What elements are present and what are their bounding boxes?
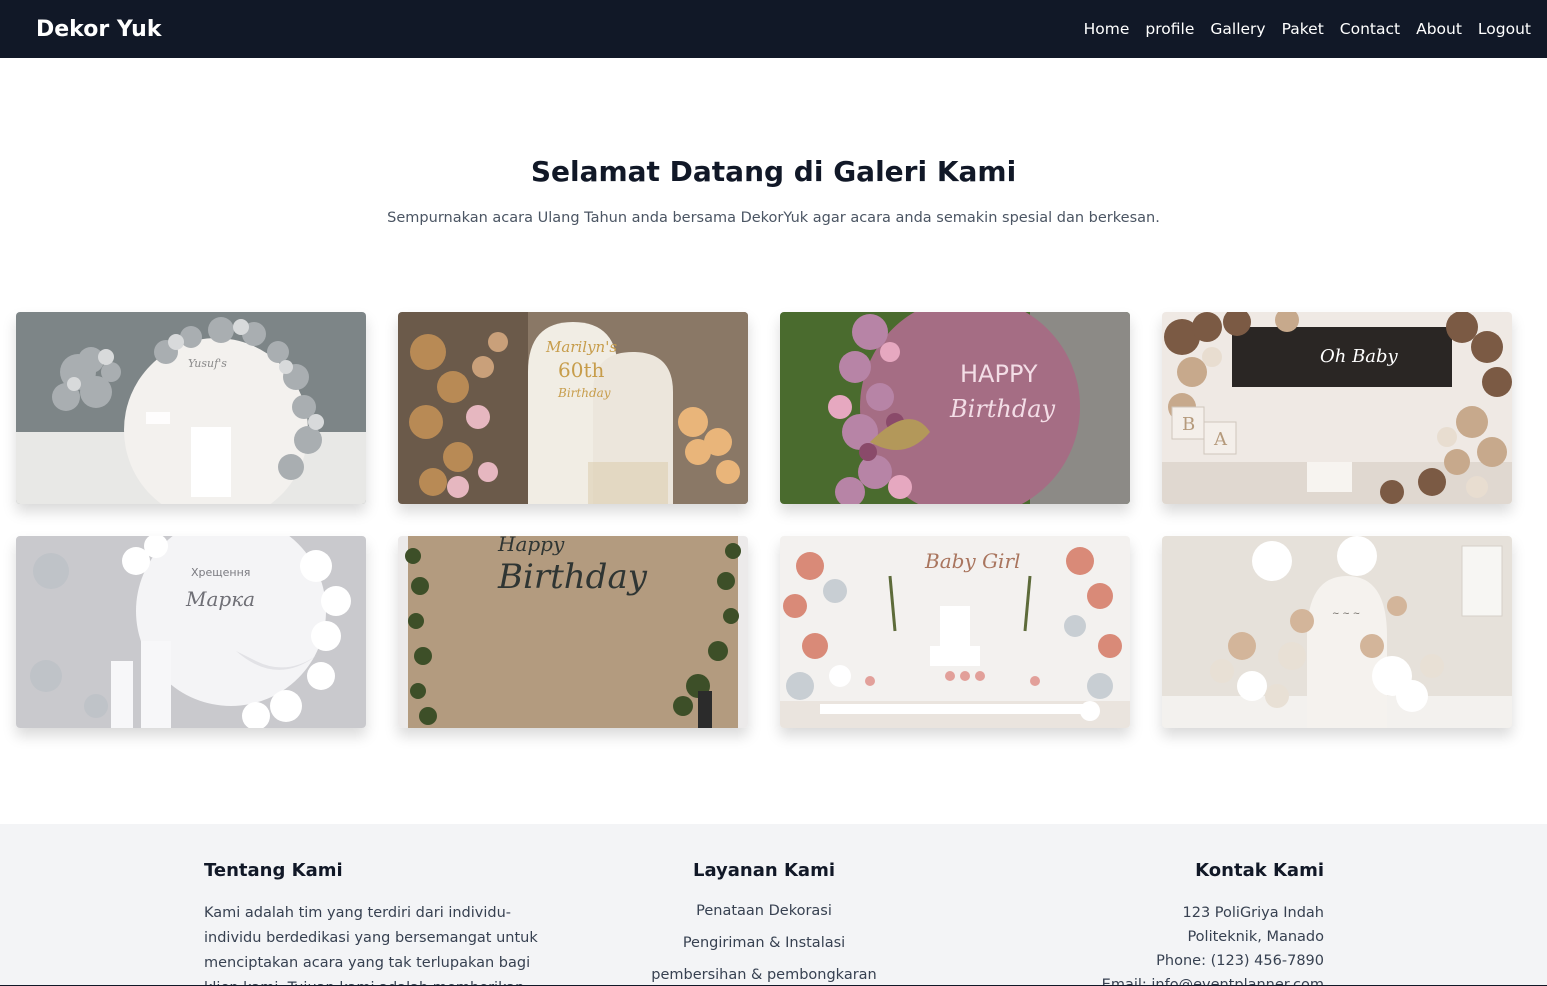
svg-text:B: B <box>1182 414 1195 435</box>
nav-link-paket[interactable]: Paket <box>1282 20 1324 38</box>
svg-text:Хрещення: Хрещення <box>191 566 250 579</box>
svg-text:~ ~ ~: ~ ~ ~ <box>1332 609 1360 619</box>
nav-link-contact[interactable]: Contact <box>1340 20 1400 38</box>
footer-services: Layanan Kami Penataan Dekorasi Pengirima… <box>600 860 928 985</box>
footer-about-title: Tentang Kami <box>204 860 343 881</box>
gallery-image-happy-birthday-kraft[interactable]: Happy Birthday <box>398 536 748 728</box>
nav-link-home[interactable]: Home <box>1084 20 1130 38</box>
footer-contact: Kontak Kami 123 PoliGriya Indah Politekn… <box>1020 860 1325 985</box>
footer-email[interactable]: Email: info@eventplanner.com <box>1020 973 1324 985</box>
page-subtitle: Sempurnakan acara Ulang Tahun anda bersa… <box>387 210 1160 226</box>
svg-text:Birthday: Birthday <box>497 557 648 597</box>
nav-link-about[interactable]: About <box>1416 20 1462 38</box>
footer-phone: Phone: (123) 456-7890 <box>1156 953 1324 969</box>
svg-text:Yusuf's: Yusuf's <box>188 357 227 370</box>
svg-text:60th: 60th <box>558 358 604 382</box>
footer-service-decoration[interactable]: Penataan Dekorasi <box>600 901 928 921</box>
footer-address-line2: Politeknik, Manado <box>1187 929 1324 945</box>
gallery-image-white-beige-balloons[interactable]: ~ ~ ~ <box>1162 536 1512 728</box>
svg-text:Happy: Happy <box>497 536 565 556</box>
gallery-image-oh-baby[interactable]: B A Oh Baby <box>1162 312 1512 504</box>
footer: Tentang Kami Kami adalah tim yang terdir… <box>0 824 1547 986</box>
nav-link-gallery[interactable]: Gallery <box>1210 20 1265 38</box>
footer-contact-title: Kontak Kami <box>1195 860 1324 881</box>
footer-about: Tentang Kami Kami adalah tim yang terdir… <box>204 860 564 985</box>
footer-service-cleanup[interactable]: pembersihan & pembongkaran <box>600 965 928 985</box>
footer-address-line1: 123 PoliGriya Indah <box>1182 905 1325 921</box>
svg-text:Birthday: Birthday <box>557 386 611 400</box>
svg-text:Birthday: Birthday <box>949 395 1056 423</box>
nav-link-logout[interactable]: Logout <box>1478 20 1531 38</box>
svg-text:A: A <box>1213 429 1228 450</box>
gallery-image-happy-birthday-mauve[interactable]: HAPPY Birthday <box>780 312 1130 504</box>
svg-text:Baby Girl: Baby Girl <box>924 549 1020 573</box>
nav-links: Home profile Gallery Paket Contact About… <box>1084 20 1531 38</box>
svg-text:Oh Baby: Oh Baby <box>1320 346 1399 367</box>
footer-service-delivery[interactable]: Pengiriman & Instalasi <box>600 933 928 953</box>
footer-services-list: Penataan Dekorasi Pengiriman & Instalasi… <box>600 901 928 985</box>
gallery-image-baptism-silver[interactable]: Хрещення Марка <box>16 536 366 728</box>
gallery-image-baby-girl[interactable]: Baby Girl <box>780 536 1130 728</box>
gallery-grid: Yusuf's Marilyn's 60th Birthday HAPPY Bi… <box>16 312 1512 728</box>
gallery-image-grey-balloon-arch[interactable]: Yusuf's <box>16 312 366 504</box>
gallery-image-60th-birthday[interactable]: Marilyn's 60th Birthday <box>398 312 748 504</box>
nav-link-profile[interactable]: profile <box>1145 20 1194 38</box>
page-title: Selamat Datang di Galeri Kami <box>530 155 1017 188</box>
footer-about-text: Kami adalah tim yang terdiri dari indivi… <box>204 905 538 985</box>
navbar: Dekor Yuk Home profile Gallery Paket Con… <box>0 0 1547 58</box>
svg-text:HAPPY: HAPPY <box>960 360 1038 388</box>
svg-text:Марка: Марка <box>185 587 255 611</box>
footer-services-title: Layanan Kami <box>692 860 835 881</box>
svg-text:Marilyn's: Marilyn's <box>545 338 617 356</box>
brand-logo[interactable]: Dekor Yuk <box>36 17 161 42</box>
